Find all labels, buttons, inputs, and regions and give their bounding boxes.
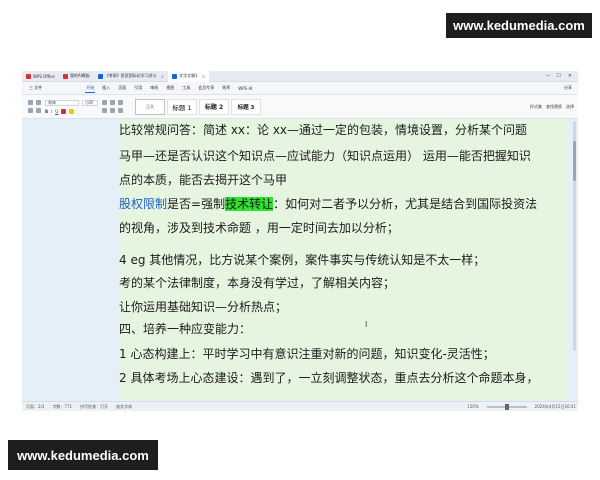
find-replace-button[interactable]: 查找替换 <box>546 104 562 110</box>
paste-icon[interactable] <box>28 100 33 105</box>
document-line: 比较常规问答：简述 xx：论 xx—通过一定的包装，情境设置，分析某个问题 <box>119 123 528 137</box>
tab-document-1[interactable]: 文字文稿1 × <box>168 71 210 82</box>
font-color-icon[interactable] <box>61 108 67 114</box>
close-tab-icon[interactable]: × <box>202 74 205 79</box>
line-text: ：如何对二者予以分析，尤其是结合到国际投资法 <box>273 197 538 211</box>
tab-label: WPS Office <box>33 73 55 79</box>
template-icon <box>62 73 68 79</box>
paragraph-group <box>102 100 123 113</box>
wps-logo-icon <box>26 73 31 79</box>
style-set-button[interactable]: 样式集 <box>530 104 542 110</box>
bullet-list-icon[interactable] <box>102 100 107 105</box>
indent-icon[interactable] <box>118 100 123 105</box>
tab-ai-templates[interactable]: 我的AI模板 <box>59 71 94 82</box>
ribbon-toolbar: 宋体 小四 B I U 正文 标题 1 标题 2 标题 3 样式集 查找替换 选… <box>22 95 578 119</box>
document-icon <box>172 73 178 79</box>
zoom-level[interactable]: 150% <box>467 404 478 409</box>
menu-item-references[interactable]: 引用 <box>133 84 143 92</box>
align-right-icon[interactable] <box>118 108 123 113</box>
tab-wps-office[interactable]: WPS Office <box>22 71 59 82</box>
page-indicator[interactable]: 页面：2/3 <box>26 404 44 410</box>
close-window-icon[interactable]: ✕ <box>568 73 572 79</box>
menu-bar: 三 文件 开始 插入 页面 引用 审阅 视图 工具 会员专享 效率 WPS AI… <box>22 82 578 95</box>
style-body[interactable]: 正文 <box>135 98 165 115</box>
zoom-slider[interactable] <box>486 403 527 410</box>
bold-icon[interactable]: B <box>45 109 48 114</box>
menu-item-tools[interactable]: 工具 <box>181 84 191 92</box>
menu-item-view[interactable]: 视图 <box>165 84 175 92</box>
tab-bar: WPS Office 我的AI模板 《考研》投资国际化学习讲义 × 文字文稿1 … <box>22 71 578 82</box>
line-text: 是否=强制 <box>167 197 226 211</box>
align-left-icon[interactable] <box>102 108 107 113</box>
menu-item-wps-ai[interactable]: WPS AI <box>237 85 253 92</box>
align-center-icon[interactable] <box>110 108 115 113</box>
menu-item-member[interactable]: 会员专享 <box>197 84 215 92</box>
text-cursor-icon: I <box>365 320 368 329</box>
menu-item-review[interactable]: 审阅 <box>149 84 159 92</box>
wps-window: WPS Office 我的AI模板 《考研》投资国际化学习讲义 × 文字文稿1 … <box>22 71 578 411</box>
tab-label: 《考研》投资国际化学习讲义 <box>104 73 157 78</box>
vertical-scrollbar[interactable] <box>573 121 576 351</box>
numbered-list-icon[interactable] <box>110 100 115 105</box>
style-heading-1[interactable]: 标题 1 <box>167 98 197 115</box>
maximize-icon[interactable]: ☐ <box>556 73 560 79</box>
keyword-equity-restriction: 股权限制 <box>119 197 168 211</box>
copy-icon[interactable] <box>28 108 33 113</box>
document-line: 股权限制是否=强制技术转让：如何对二者予以分析，尤其是结合到国际投资法 <box>119 194 567 214</box>
document-line: 1 心态构建上：平时学习中有意识注重对新的问题，知识变化-灵活性； <box>119 347 495 361</box>
timestamp: 2024年4月15日16:41 <box>534 403 576 409</box>
close-tab-icon[interactable]: × <box>161 74 164 79</box>
font-group: 宋体 小四 B I U <box>45 99 98 114</box>
status-bar: 页面：2/3 字数：771 拼写检查：打开 缺失字体 150% 2024年4月1… <box>22 401 578 411</box>
document-line: 2 具体考场上心态建设：遇到了，一立刻调整状态，重点去分析这个命题本身， <box>119 371 539 385</box>
style-heading-2[interactable]: 标题 2 <box>199 98 229 115</box>
window-controls: ─ ☐ ✕ <box>546 73 578 79</box>
word-count[interactable]: 字数：771 <box>52 404 72 410</box>
clipboard-group <box>28 100 41 113</box>
spell-check-status[interactable]: 拼写检查：打开 <box>80 404 108 410</box>
watermark-bottom: www.kedumedia.com <box>8 440 158 470</box>
file-menu[interactable]: 三 文件 <box>28 84 43 92</box>
document-line: 点的本质，能否去揭开这个马甲 <box>119 173 288 187</box>
tab-lecture-notes[interactable]: 《考研》投资国际化学习讲义 × <box>94 71 168 82</box>
document-line: 四、培养一种应变能力： <box>119 322 252 336</box>
cut-icon[interactable] <box>36 100 41 105</box>
menu-item-home[interactable]: 开始 <box>85 84 96 93</box>
screenshot-stage: www.kedumedia.com WPS Office 我的AI模板 《考研》… <box>0 0 600 480</box>
document-line: 考的某个法律制度，本身没有学过，了解相关内容； <box>119 276 396 290</box>
minimize-icon[interactable]: ─ <box>546 73 549 79</box>
watermark-top: www.kedumedia.com <box>446 13 592 38</box>
zoom-slider-knob[interactable] <box>504 403 509 410</box>
format-painter-icon[interactable] <box>36 108 41 113</box>
document-line: 4 eg 其他情况，比方说某个案例，案件事实与传统认知是不太一样； <box>119 253 486 267</box>
styles-gallery: 正文 标题 1 标题 2 标题 3 <box>135 98 261 115</box>
highlighted-tech-transfer: 技术转让 <box>225 197 274 211</box>
document-page[interactable]: 比较常规问答：简述 xx：论 xx—通过一定的包装，情境设置，分析某个问题 马甲… <box>119 119 567 400</box>
menu-item-page[interactable]: 页面 <box>117 84 127 92</box>
font-size-select[interactable]: 小四 <box>82 99 98 106</box>
italic-icon[interactable]: I <box>51 109 52 114</box>
font-name-select[interactable]: 宋体 <box>45 99 79 106</box>
missing-font-status[interactable]: 缺失字体 <box>116 404 132 410</box>
menu-item-insert[interactable]: 插入 <box>101 84 111 92</box>
underline-icon[interactable]: U <box>55 109 58 114</box>
share-button[interactable]: 分享 <box>563 84 578 92</box>
document-line: 马甲—还是否认识这个知识点—应试能力（知识点运用） 运用—能否把握知识 <box>119 149 531 163</box>
menu-item-efficiency[interactable]: 效率 <box>221 84 231 92</box>
document-line: 的视角，涉及到技术命题 ，用一定时间去加以分析； <box>119 221 399 235</box>
document-icon <box>97 73 103 79</box>
tab-label: 我的AI模板 <box>69 73 90 78</box>
select-button[interactable]: 选择 <box>566 104 578 110</box>
style-heading-3[interactable]: 标题 3 <box>231 98 261 115</box>
highlight-icon[interactable] <box>69 108 75 114</box>
document-line: 让你运用基础知识—分析热点； <box>119 300 288 314</box>
tab-label: 文字文稿1 <box>179 73 198 78</box>
scrollbar-thumb[interactable] <box>573 141 576 181</box>
